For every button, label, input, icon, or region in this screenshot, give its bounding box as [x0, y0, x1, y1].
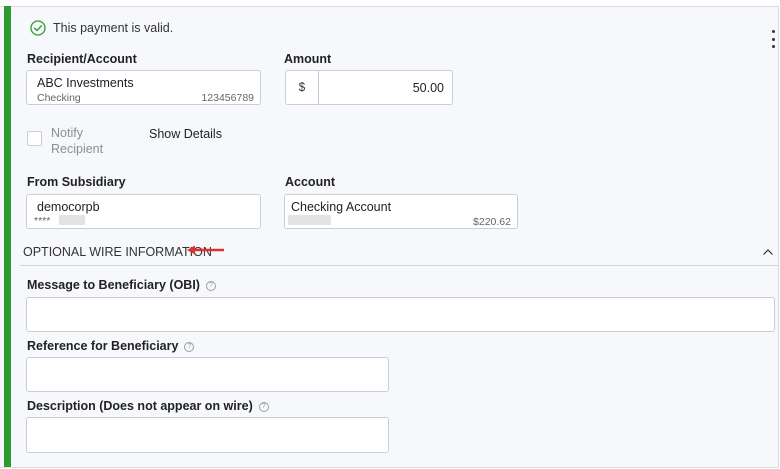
description-label: Description (Does not appear on wire)?: [27, 399, 269, 413]
account-name: Checking Account: [291, 200, 392, 214]
valid-status-bar: [4, 6, 11, 467]
recipient-account-type: Checking: [37, 92, 81, 104]
check-circle-icon: [30, 20, 46, 36]
notify-label-line2: Recipient: [51, 142, 104, 156]
account-balance: $220.62: [473, 216, 511, 228]
description-input[interactable]: [26, 417, 389, 453]
red-arrow-icon: [187, 245, 224, 255]
section-divider: [20, 265, 778, 266]
message-to-beneficiary-input[interactable]: [26, 297, 775, 332]
show-details-link[interactable]: Show Details: [149, 127, 222, 141]
subsidiary-name: democorpb: [37, 200, 100, 214]
reference-label-text: Reference for Beneficiary: [27, 339, 179, 353]
validation-text: This payment is valid.: [53, 21, 174, 35]
amount-label: Amount: [284, 52, 332, 66]
redacted-block: [288, 215, 331, 225]
optional-wire-info-toggle[interactable]: OPTIONAL WIRE INFORMATION: [23, 245, 212, 259]
from-subsidiary-field[interactable]: democorpb ****: [26, 194, 261, 229]
amount-value: 50.00: [412, 81, 444, 95]
notify-recipient-label: Notify Recipient: [51, 125, 103, 157]
reference-label: Reference for Beneficiary?: [27, 339, 195, 353]
kebab-menu-icon[interactable]: [770, 30, 776, 48]
notify-label-line1: Notify: [51, 126, 83, 140]
subsidiary-masked: ****: [34, 215, 51, 227]
recipient-label: Recipient/Account: [27, 52, 137, 66]
reference-for-beneficiary-input[interactable]: [26, 357, 389, 392]
amount-field[interactable]: $ 50.00: [285, 70, 453, 105]
account-field[interactable]: Checking Account $220.62: [284, 194, 518, 229]
recipient-name: ABC Investments: [37, 76, 134, 90]
help-icon[interactable]: ?: [258, 401, 269, 412]
account-label: Account: [285, 175, 335, 189]
currency-symbol: $: [286, 71, 319, 104]
chevron-up-icon[interactable]: [762, 247, 774, 257]
recipient-account-number: 123456789: [201, 92, 254, 104]
message-label-text: Message to Beneficiary (OBI): [27, 278, 200, 292]
help-icon[interactable]: ?: [184, 341, 195, 352]
description-label-text: Description (Does not appear on wire): [27, 399, 253, 413]
notify-recipient-checkbox[interactable]: [27, 131, 42, 146]
help-icon[interactable]: ?: [205, 280, 216, 291]
redacted-block: [59, 215, 85, 225]
message-label: Message to Beneficiary (OBI)?: [27, 278, 216, 292]
validation-message: This payment is valid.: [30, 20, 173, 36]
from-subsidiary-label: From Subsidiary: [27, 175, 126, 189]
recipient-field[interactable]: ABC Investments Checking 123456789: [26, 70, 261, 105]
